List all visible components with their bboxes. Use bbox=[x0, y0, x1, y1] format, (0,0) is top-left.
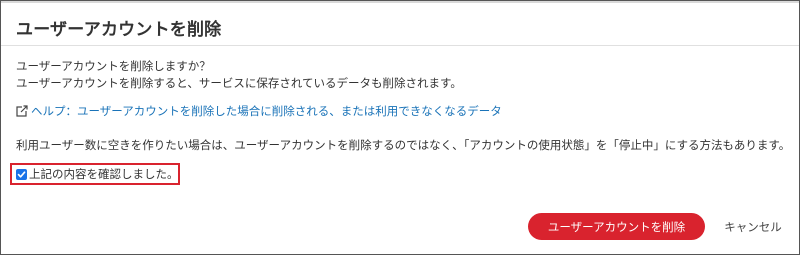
confirm-question: ユーザーアカウントを削除しますか？ bbox=[16, 59, 211, 73]
checkmark-icon bbox=[17, 170, 26, 178]
delete-warning: ユーザーアカウントを削除すると、サービスに保存されているデータも削除されます。 bbox=[16, 76, 462, 90]
dialog-title: ユーザーアカウントを削除 bbox=[16, 20, 222, 40]
help-link-text[interactable]: ヘルプ：ユーザーアカウントを削除した場合に削除される、または利用できなくなるデー… bbox=[31, 103, 502, 119]
help-link[interactable]: ヘルプ：ユーザーアカウントを削除した場合に削除される、または利用できなくなるデー… bbox=[16, 103, 502, 119]
delete-account-button[interactable]: ユーザーアカウントを削除 bbox=[528, 213, 705, 240]
dialog-frame: ユーザーアカウントを削除 ユーザーアカウントを削除しますか？ ユーザーアカウント… bbox=[0, 0, 800, 255]
title-divider bbox=[1, 45, 799, 46]
cancel-button[interactable]: キャンセル bbox=[717, 213, 789, 240]
confirm-checkbox[interactable] bbox=[16, 168, 27, 180]
confirm-checkbox-label[interactable]: 上記の内容を確認しました。 bbox=[29, 166, 179, 182]
delete-user-dialog: ユーザーアカウントを削除 ユーザーアカウントを削除しますか？ ユーザーアカウント… bbox=[1, 3, 799, 254]
suspend-hint: 利用ユーザー数に空きを作りたい場合は、ユーザーアカウントを削除するのではなく、「… bbox=[16, 138, 791, 152]
confirm-checkbox-row[interactable]: 上記の内容を確認しました。 bbox=[10, 163, 180, 185]
external-link-icon bbox=[16, 105, 28, 117]
